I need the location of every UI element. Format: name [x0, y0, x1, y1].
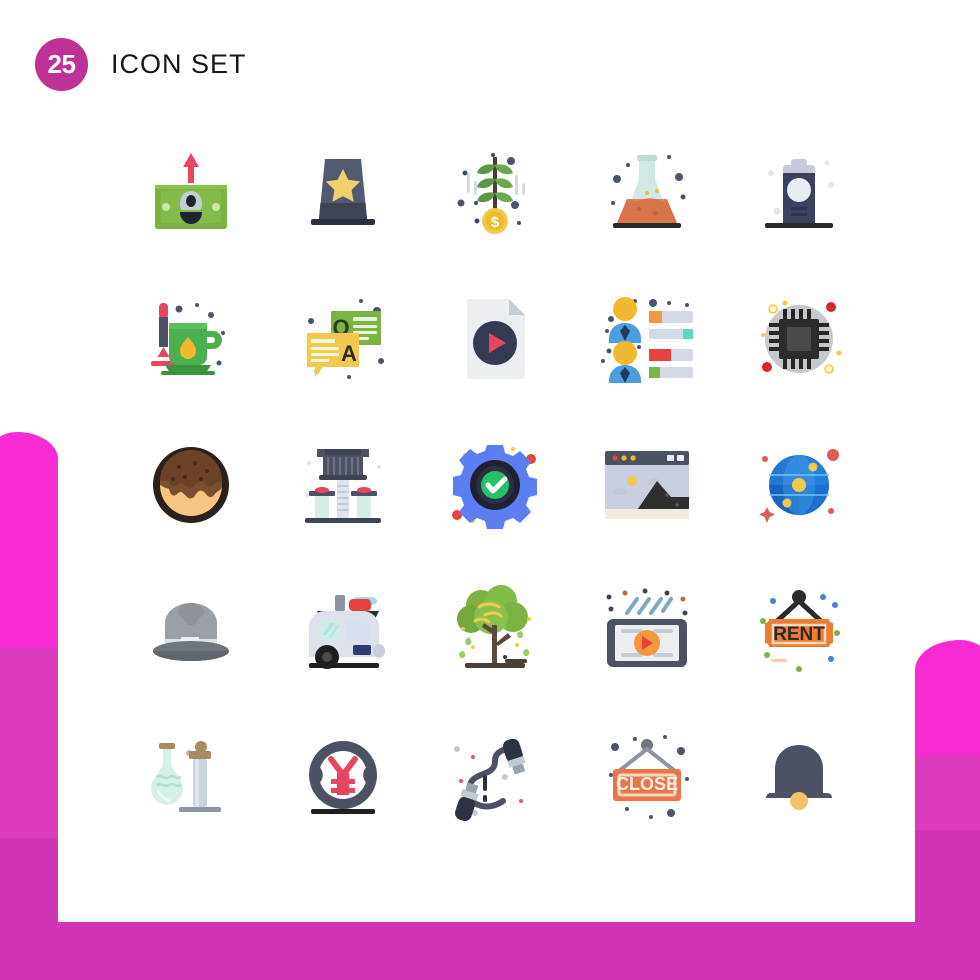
deco-shape-left-middle [0, 648, 58, 848]
deco-shape-left-top [0, 432, 58, 652]
icon-cell-fedora-hat[interactable] [115, 558, 267, 704]
icon-cell-coffee-cup[interactable] [723, 120, 875, 266]
browser-image-icon [605, 451, 689, 519]
deco-shape-right-top [915, 640, 980, 760]
icon-grid: $ Q A RENT CLOSE [115, 120, 875, 850]
bell-icon [766, 745, 832, 810]
cpu-chip-icon [761, 300, 842, 374]
video-file-icon [467, 299, 525, 379]
icon-cell-chemistry-set[interactable] [115, 704, 267, 850]
coffee-cup-lid-icon [765, 159, 834, 228]
icon-cell-bell[interactable] [723, 704, 875, 850]
chemistry-set-icon [151, 741, 221, 812]
icon-cell-cable-connector[interactable] [419, 704, 571, 850]
rent-sign-icon: RENT [760, 590, 840, 672]
gear-check-icon [452, 445, 537, 529]
icon-cell-star-hat[interactable] [267, 120, 419, 266]
icon-cell-donut[interactable] [115, 412, 267, 558]
tablet-video-icon [606, 588, 688, 667]
icon-cell-qa-chat[interactable]: Q A [267, 266, 419, 412]
icon-cell-tree[interactable] [419, 558, 571, 704]
rent-sign-text: RENT [773, 624, 825, 645]
answer-letter: A [341, 341, 357, 366]
icon-cell-money-up[interactable] [115, 120, 267, 266]
lab-apparatus-icon [305, 449, 381, 523]
icon-cell-tea-mug[interactable] [115, 266, 267, 412]
user-ranking-icon [601, 297, 693, 383]
deco-shape-bottom-bar [0, 922, 980, 980]
globe-network-icon [759, 449, 839, 523]
icon-cell-yen-coin[interactable] [267, 704, 419, 850]
icon-cell-gear-check[interactable] [419, 412, 571, 558]
icon-cell-cpu-chip[interactable] [723, 266, 875, 412]
icon-cell-close-sign[interactable]: CLOSE [571, 704, 723, 850]
icon-cell-user-ranking[interactable] [571, 266, 723, 412]
icon-cell-caravan-trailer[interactable] [267, 558, 419, 704]
icon-cell-rent-sign[interactable]: RENT [723, 558, 875, 704]
fedora-hat-icon [153, 603, 229, 661]
money-plant-icon: $ [457, 153, 525, 234]
deco-shape-left-bottom [0, 838, 58, 938]
deco-shape-right-bottom [915, 830, 980, 950]
tree-icon [457, 585, 531, 668]
icon-count-badge: 25 [35, 38, 88, 91]
close-sign-text: CLOSE [616, 774, 678, 794]
deco-shape-right-middle [915, 755, 980, 835]
icon-cell-flask-soil[interactable] [571, 120, 723, 266]
money-up-icon [155, 153, 227, 229]
icon-cell-browser-image[interactable] [571, 412, 723, 558]
tea-mug-icon [151, 303, 225, 375]
donut-icon [153, 447, 229, 523]
close-sign-icon: CLOSE [609, 735, 689, 819]
star-hat-icon [311, 159, 375, 225]
caravan-trailer-icon [309, 595, 385, 669]
icon-cell-video-file[interactable] [419, 266, 571, 412]
icon-cell-tablet-video[interactable] [571, 558, 723, 704]
qa-chat-icon: Q A [307, 299, 384, 379]
cable-connector-icon [454, 738, 526, 821]
page-header: 25 ICON SET [35, 38, 247, 91]
icon-cell-money-plant[interactable]: $ [419, 120, 571, 266]
icon-cell-globe-network[interactable] [723, 412, 875, 558]
dollar-symbol: $ [491, 214, 500, 231]
flask-soil-icon [611, 155, 686, 228]
icon-cell-lab-apparatus[interactable] [267, 412, 419, 558]
yen-coin-icon [309, 741, 377, 814]
page-title: ICON SET [111, 49, 247, 79]
